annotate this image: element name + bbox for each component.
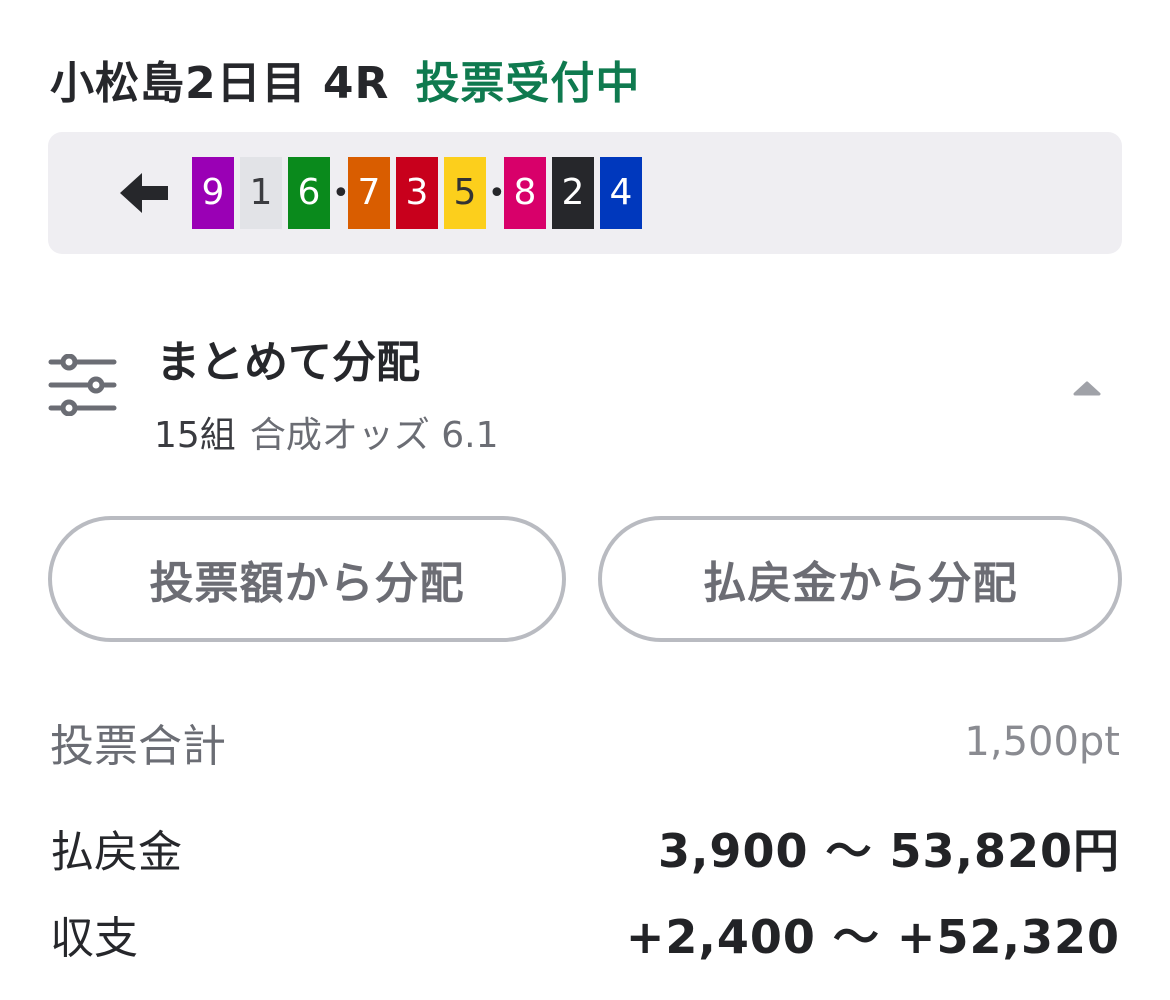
status-label: 投票受付中	[415, 58, 641, 109]
balance-value: +2,400 〜 +52,320	[625, 910, 1120, 964]
payout-row: 払戻金 3,900 〜 53,820円	[50, 816, 1120, 880]
balance-label: 収支	[50, 913, 138, 964]
total-bet-value: 1,500pt	[964, 719, 1120, 765]
balance-row: 収支 +2,400 〜 +52,320	[50, 902, 1120, 966]
bulk-distribution-toggle[interactable]: まとめて分配 15組 合成オッズ 6.1	[48, 320, 1122, 460]
race-title: 小松島2日目 4R	[50, 58, 390, 109]
distribute-by-payout-button[interactable]: 払戻金から分配	[598, 516, 1122, 642]
pick-number: 7	[348, 157, 390, 229]
pick-separator: •	[332, 175, 350, 211]
payout-label: 払戻金	[50, 827, 182, 878]
pick-numbers: 9 1 6 • 7 3 5 • 8 2 4	[192, 157, 648, 229]
pick-number: 5	[444, 157, 486, 229]
sliders-icon	[48, 354, 117, 416]
distribution-title: まとめて分配	[156, 337, 420, 388]
distribute-by-bet-button[interactable]: 投票額から分配	[48, 516, 566, 642]
race-header: 小松島2日目 4R 投票受付中	[50, 44, 640, 114]
combination-count: 15組	[154, 415, 236, 456]
pick-number: 6	[288, 157, 330, 229]
pick-number: 8	[504, 157, 546, 229]
pick-number: 9	[192, 157, 234, 229]
payout-value: 3,900 〜 53,820円	[657, 824, 1120, 878]
chevron-up-icon	[1073, 381, 1101, 396]
pick-number: 2	[552, 157, 594, 229]
pick-selection-bar: 9 1 6 • 7 3 5 • 8 2 4	[48, 132, 1122, 254]
distribution-summary: 15組 合成オッズ 6.1	[154, 406, 499, 458]
pick-number: 3	[396, 157, 438, 229]
arrow-left-icon	[120, 173, 168, 213]
pick-separator: •	[488, 175, 506, 211]
pick-number: 4	[600, 157, 642, 229]
total-bet-label: 投票合計	[50, 721, 226, 772]
pick-number: 1	[240, 157, 282, 229]
total-bet-row: 投票合計 1,500pt	[50, 712, 1120, 772]
combined-odds: 合成オッズ 6.1	[249, 415, 499, 456]
back-button[interactable]	[118, 166, 172, 220]
